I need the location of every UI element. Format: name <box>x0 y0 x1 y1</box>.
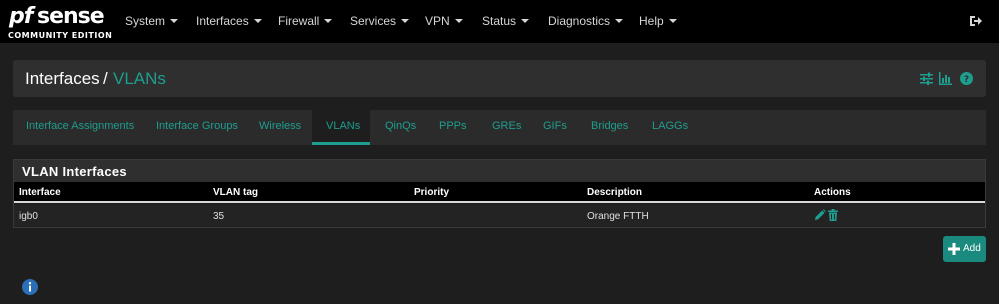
tab-qinqs[interactable]: QinQs <box>385 120 416 133</box>
page-header: Interfaces / VLANs ? <box>13 60 986 97</box>
caret-down-icon <box>521 19 530 23</box>
tab-laggs[interactable]: LAGGs <box>652 120 688 133</box>
help-icon[interactable]: ? <box>960 72 973 85</box>
cell-vlan-tag: 35 <box>213 211 225 222</box>
caret-down-icon <box>324 19 333 23</box>
table-row[interactable]: igb0 35 Orange FTTH <box>14 205 985 227</box>
tab-bridges[interactable]: Bridges <box>591 120 628 133</box>
breadcrumb-separator: / <box>103 69 108 88</box>
caret-down-icon <box>454 19 463 23</box>
caret-down-icon <box>253 19 262 23</box>
table-header: Interface VLAN tag Priority Description … <box>14 182 985 203</box>
tab-active-indicator <box>312 142 370 145</box>
pfsense-logo[interactable]: pf sense COMMUNITY EDITION <box>8 4 112 41</box>
cell-description: Orange FTTH <box>587 211 649 222</box>
column-header-interface: Interface <box>19 187 61 198</box>
breadcrumb-page[interactable]: VLANs <box>113 69 166 89</box>
add-button-label: Add <box>963 243 981 254</box>
caret-down-icon <box>615 19 624 23</box>
nav-menu-label: Help <box>639 14 664 28</box>
svg-text:?: ? <box>964 75 969 85</box>
nav-menu-label: Services <box>350 14 397 28</box>
panel-heading: VLAN Interfaces <box>14 160 985 182</box>
column-header-priority: Priority <box>414 187 450 198</box>
nav-menu-label: Status <box>482 14 517 28</box>
top-navbar: pf sense COMMUNITY EDITION System Interf… <box>0 0 999 43</box>
vlan-interfaces-panel: VLAN Interfaces Interface VLAN tag Prior… <box>13 159 986 228</box>
nav-menu-status[interactable]: Status <box>482 14 530 28</box>
caret-down-icon <box>170 19 179 23</box>
caret-down-icon <box>668 19 677 23</box>
logo-edition-text: COMMUNITY EDITION <box>8 31 113 40</box>
nav-menu-label: Diagnostics <box>548 14 611 28</box>
logout-icon[interactable] <box>969 14 983 28</box>
breadcrumb-section[interactable]: Interfaces <box>25 69 100 89</box>
tab-gres[interactable]: GREs <box>492 120 521 133</box>
caret-down-icon <box>401 19 410 23</box>
cell-interface: igb0 <box>19 211 38 222</box>
nav-menu-interfaces[interactable]: Interfaces <box>196 14 262 28</box>
nav-menu-vpn[interactable]: VPN <box>425 14 463 28</box>
column-header-description: Description <box>587 187 643 198</box>
tab-vlans[interactable]: VLANs <box>326 120 360 133</box>
panel-title: VLAN Interfaces <box>22 164 127 179</box>
nav-menu-system[interactable]: System <box>125 14 179 28</box>
column-header-vlan-tag: VLAN tag <box>213 187 258 198</box>
nav-menu-label: Firewall <box>278 14 320 28</box>
settings-sliders-icon[interactable] <box>920 72 933 85</box>
delete-trash-icon[interactable] <box>827 209 839 221</box>
tab-interface-groups[interactable]: Interface Groups <box>156 120 238 133</box>
nav-menu-label: VPN <box>425 14 450 28</box>
tab-ppps[interactable]: PPPs <box>439 120 467 133</box>
column-header-actions: Actions <box>814 187 851 198</box>
nav-menu-label: System <box>125 14 166 28</box>
tab-wireless[interactable]: Wireless <box>259 120 301 133</box>
info-icon[interactable] <box>22 279 38 295</box>
logo-sense-text: sense <box>37 4 105 29</box>
plus-icon <box>948 243 960 255</box>
nav-menu-firewall[interactable]: Firewall <box>278 14 333 28</box>
chart-icon[interactable] <box>939 72 952 85</box>
nav-menu-diagnostics[interactable]: Diagnostics <box>548 14 624 28</box>
tab-gifs[interactable]: GIFs <box>543 120 567 133</box>
tab-interface-assignments[interactable]: Interface Assignments <box>26 120 134 133</box>
nav-menu-services[interactable]: Services <box>350 14 410 28</box>
edit-pencil-icon[interactable] <box>814 209 826 221</box>
add-vlan-button[interactable]: Add <box>943 236 986 262</box>
logo-pf-text: pf <box>9 4 33 29</box>
nav-menu-label: Interfaces <box>196 14 249 28</box>
nav-menu-help[interactable]: Help <box>639 14 677 28</box>
